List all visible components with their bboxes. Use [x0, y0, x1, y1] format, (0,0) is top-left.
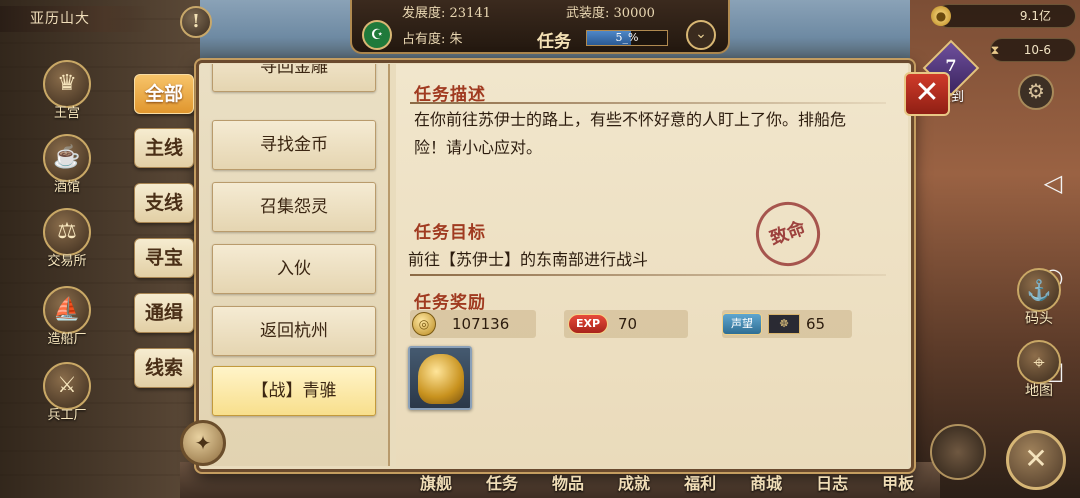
reward-coin: ◎ 107136	[410, 310, 536, 338]
task-item[interactable]: 寻找金币	[212, 120, 376, 170]
exp-icon: EXP	[568, 314, 608, 334]
menu-achievements[interactable]: 成就	[618, 470, 650, 494]
task-progress-text: 5_%	[615, 31, 639, 44]
divider	[410, 274, 886, 276]
task-progress-bar: 5_%	[586, 30, 668, 46]
military-stat: 武装度: 30000	[566, 2, 655, 21]
task-progress-title: 任务	[537, 32, 571, 52]
bottom-menu: 旗舰 任务 物品 成就 福利 商城 日志 甲板	[420, 466, 1000, 498]
menu-shop[interactable]: 商城	[750, 470, 782, 494]
nav-shipyard-label: 造船厂	[47, 332, 87, 347]
nav-dock-label: 码头	[1025, 311, 1053, 327]
reward-coin-value: 107136	[452, 315, 510, 333]
military-label: 武装度:	[566, 6, 610, 21]
map-icon: ⌖	[1017, 340, 1061, 384]
development-stat: 发展度: 23141	[402, 2, 491, 21]
tab-main[interactable]: 主线	[134, 128, 194, 168]
military-value: 30000	[613, 6, 655, 21]
scales-icon: ⚖	[43, 208, 91, 256]
nation-flag-icon: ☪	[362, 20, 392, 50]
alert-icon[interactable]: !	[180, 6, 212, 38]
tab-wanted[interactable]: 通缉	[134, 293, 194, 333]
nav-arsenal[interactable]: ⚔ 兵工厂	[36, 362, 98, 423]
nav-dock[interactable]: ⚓ 码头	[1012, 268, 1066, 328]
nav-map[interactable]: ⌖ 地图	[1012, 340, 1066, 400]
menu-welfare[interactable]: 福利	[684, 470, 716, 494]
date-counter: ⧗ 10-6	[990, 38, 1076, 62]
menu-flagship[interactable]: 旗舰	[420, 470, 452, 494]
task-detail: 任务描述 在你前往苏伊士的路上，有些不怀好意的人盯上了你。排船危险！请小心应对。…	[396, 64, 908, 466]
task-item[interactable]: 入伙	[212, 244, 376, 294]
merit-icon: ☸	[768, 314, 800, 334]
task-item-selected[interactable]: 【战】青骓	[212, 366, 376, 416]
reward-exp: EXP 70	[564, 310, 688, 338]
gold-value: 9.1亿	[1019, 9, 1051, 23]
reward-fame: 声望 ☸ 65	[722, 310, 852, 338]
chevron-down-icon[interactable]: ⌄	[686, 20, 716, 50]
tab-treasure[interactable]: 寻宝	[134, 238, 194, 278]
nav-exchange-label: 交易所	[47, 254, 87, 269]
menu-task[interactable]: 任务	[486, 470, 518, 494]
danger-stamp: 致命	[746, 192, 830, 276]
tab-clue[interactable]: 线索	[134, 348, 194, 388]
occupancy-stat: 占有度: 朱	[402, 28, 463, 47]
nav-tavern[interactable]: ☕ 酒馆	[36, 134, 98, 195]
divider	[410, 102, 886, 104]
description-text: 在你前往苏伊士的路上，有些不怀好意的人盯上了你。排船危险！请小心应对。	[414, 110, 847, 157]
tab-all[interactable]: 全部	[134, 74, 194, 114]
nav-arsenal-label: 兵工厂	[47, 408, 87, 423]
gear-icon[interactable]: ⚙	[1018, 74, 1054, 110]
development-label: 发展度:	[402, 6, 446, 21]
nav-palace[interactable]: ♛ 王宫	[36, 60, 98, 121]
menu-deck[interactable]: 甲板	[882, 470, 914, 494]
tab-side[interactable]: 支线	[134, 183, 194, 223]
task-list[interactable]: 寻回金雕 寻找金币 召集怨灵 入伙 返回杭州 【战】青骓	[200, 64, 390, 466]
mug-icon: ☕	[43, 134, 91, 182]
dock-icon: ⚓	[1017, 268, 1061, 312]
city-name[interactable]: 亚历山大	[0, 6, 150, 32]
occupancy-label: 占有度:	[402, 32, 446, 47]
menu-log[interactable]: 日志	[816, 470, 848, 494]
occupancy-value: 朱	[449, 32, 463, 47]
gold-counter: ● 9.1亿	[931, 4, 1076, 28]
gold-coin-icon: ●	[931, 6, 951, 26]
nav-tavern-label: 酒馆	[53, 180, 80, 195]
date-value: 10-6	[1023, 43, 1051, 57]
reward-merit-value: 65	[806, 315, 826, 333]
chest-icon: ⚔	[43, 362, 91, 410]
hourglass-icon: ⧗	[990, 43, 1000, 57]
reward-item-slot[interactable]	[408, 346, 472, 410]
nav-palace-label: 王宫	[53, 106, 80, 121]
task-item[interactable]: 寻回金雕	[212, 64, 376, 92]
nav-exchange[interactable]: ⚖ 交易所	[36, 208, 98, 269]
back-nav-icon[interactable]: ◁	[1036, 166, 1070, 200]
fame-icon: 声望	[722, 313, 762, 335]
coin-icon: ◎	[412, 312, 436, 336]
nav-shipyard[interactable]: ⛵ 造船厂	[36, 286, 98, 347]
golden-lion-icon	[418, 354, 464, 404]
task-item[interactable]: 召集怨灵	[212, 182, 376, 232]
development-value: 23141	[449, 6, 491, 21]
goal-text: 前往【苏伊士】的东南部进行战斗	[408, 250, 649, 269]
close-icon[interactable]: ✕	[904, 72, 950, 116]
reward-exp-value: 70	[618, 315, 638, 333]
compass-icon: ✦	[180, 420, 226, 466]
swords-menu-icon[interactable]: ✕	[1006, 430, 1066, 490]
goal-title: 任务目标	[414, 223, 486, 243]
nav-map-label: 地图	[1025, 383, 1053, 399]
ship-icon: ⛵	[43, 286, 91, 334]
crown-icon: ♛	[43, 60, 91, 108]
task-item[interactable]: 返回杭州	[212, 306, 376, 356]
menu-items[interactable]: 物品	[552, 470, 584, 494]
